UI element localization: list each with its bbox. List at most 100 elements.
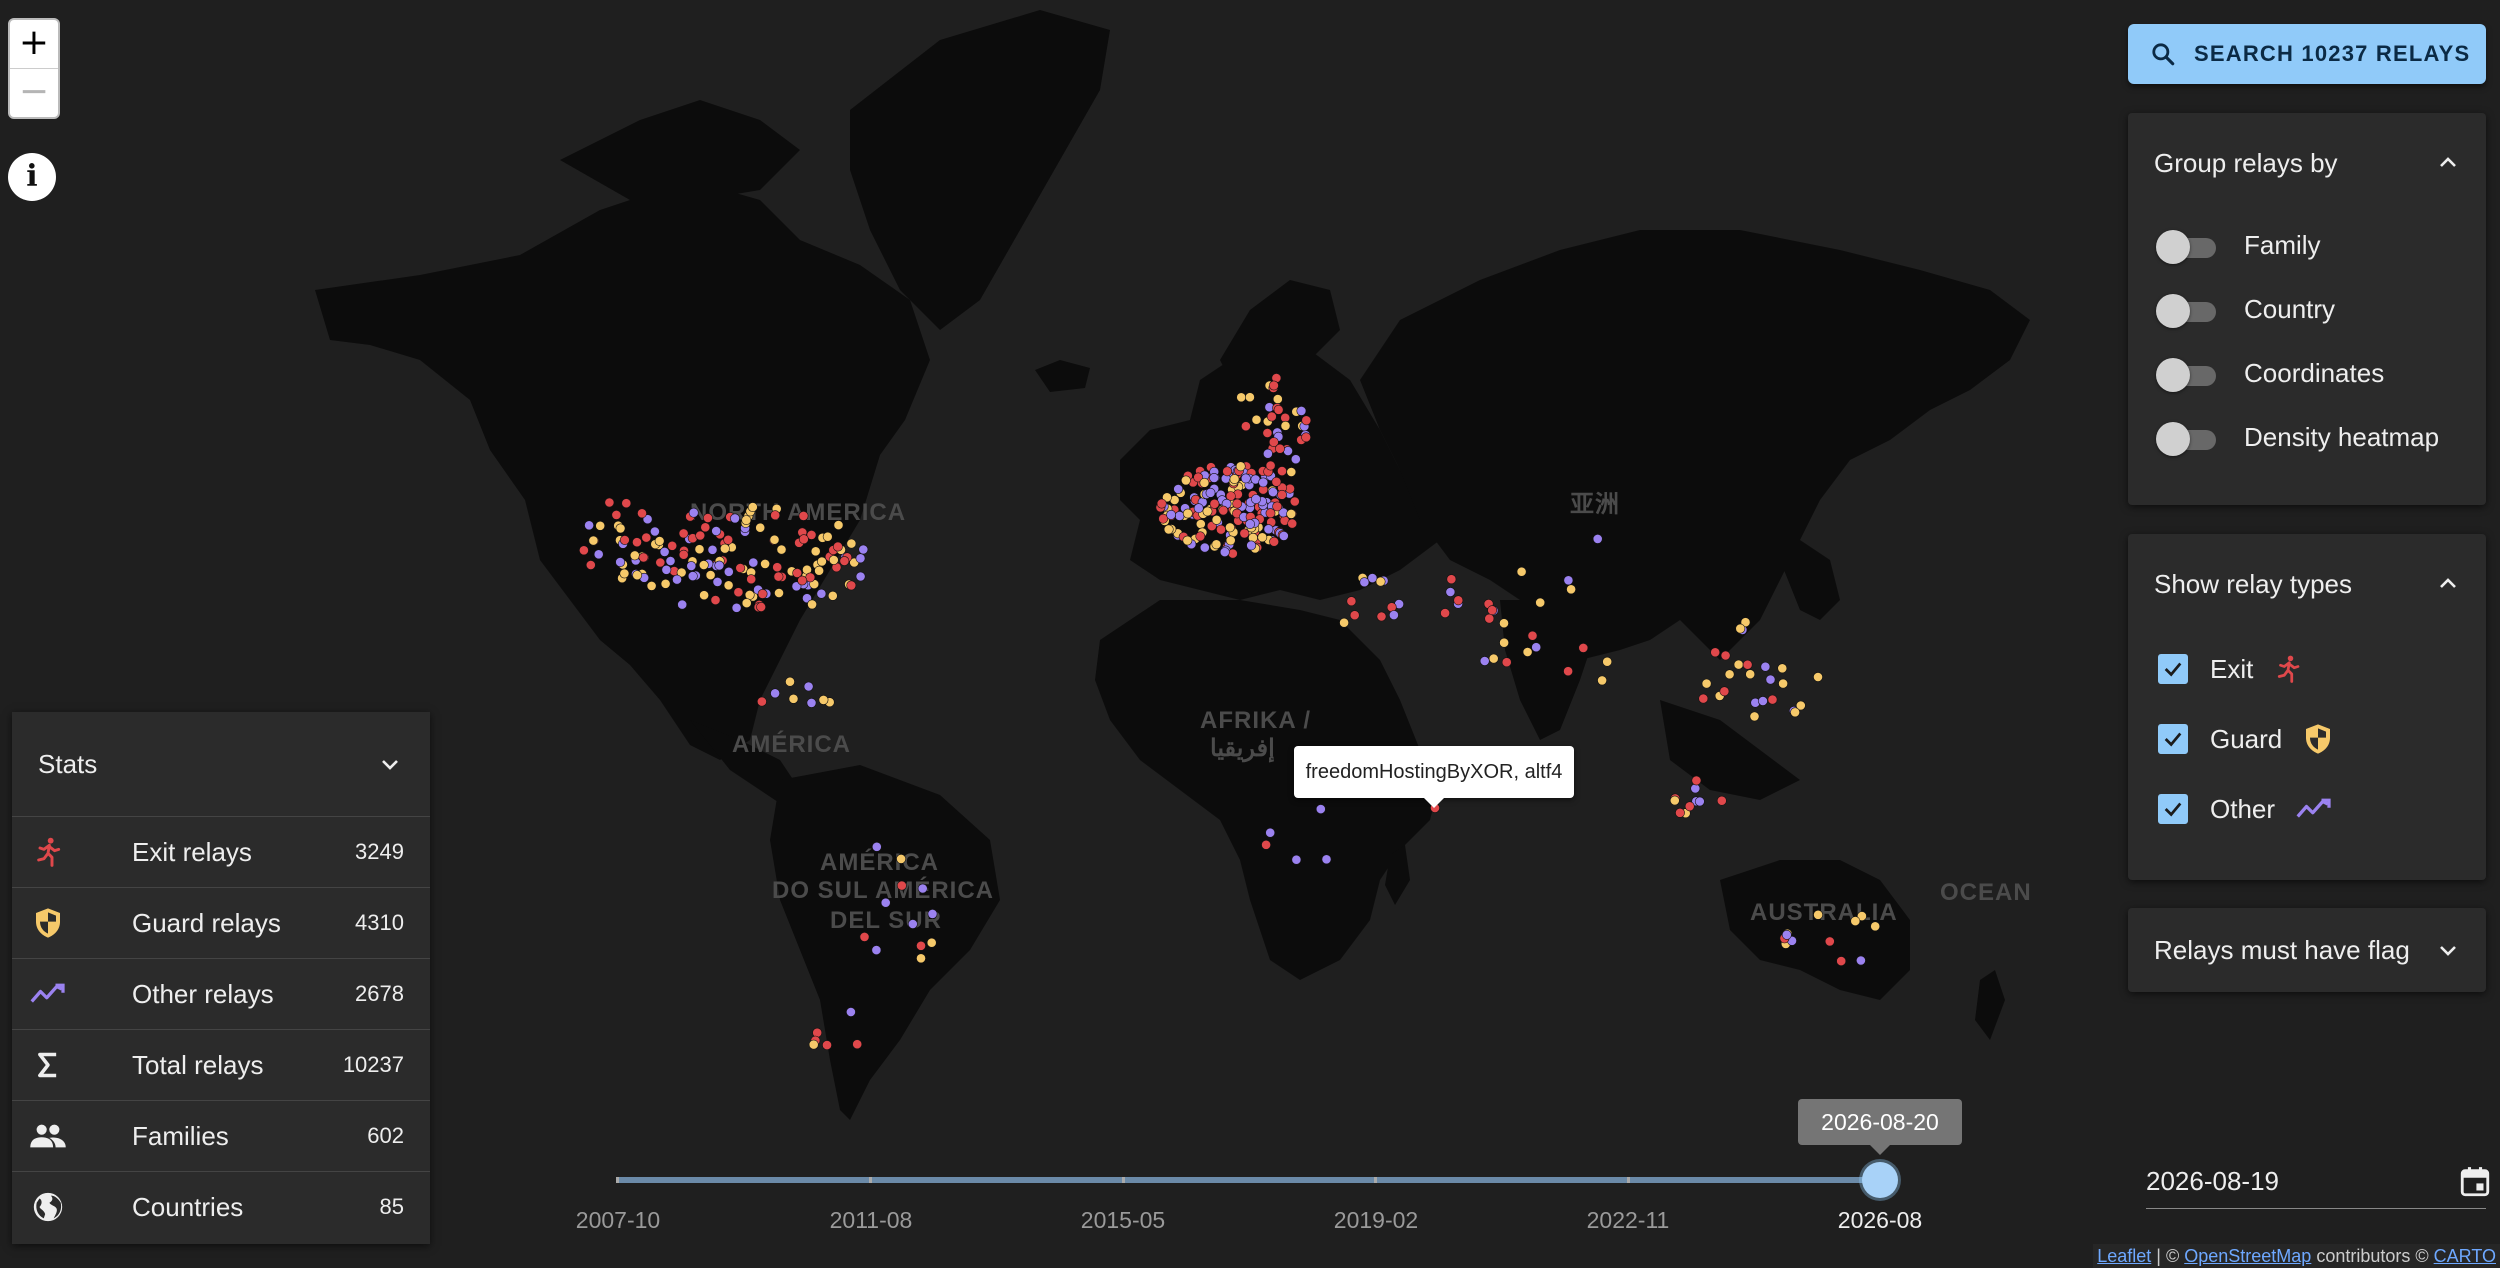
relay-marker[interactable]: [1684, 801, 1695, 812]
relay-marker[interactable]: [1522, 647, 1533, 657]
relay-marker[interactable]: [1389, 610, 1399, 620]
relay-marker[interactable]: [1487, 605, 1498, 616]
relay-marker[interactable]: [846, 580, 857, 591]
relay-marker[interactable]: [1195, 519, 1206, 529]
toggle-country[interactable]: Country: [2128, 277, 2486, 341]
relay-marker[interactable]: [1261, 839, 1271, 850]
toggle-family[interactable]: Family: [2128, 213, 2486, 277]
relay-marker[interactable]: [1216, 524, 1226, 535]
relay-marker[interactable]: [859, 932, 870, 942]
relay-marker[interactable]: [1182, 535, 1193, 546]
relay-marker[interactable]: [707, 544, 718, 555]
relay-marker[interactable]: [1269, 380, 1279, 391]
relay-marker[interactable]: [1701, 678, 1712, 689]
relay-marker[interactable]: [646, 581, 657, 591]
relay-marker[interactable]: [1202, 506, 1213, 517]
relay-marker[interactable]: [1209, 498, 1220, 509]
timeline-slider-handle[interactable]: [1862, 1162, 1898, 1198]
relay-marker[interactable]: [632, 570, 643, 581]
relay-marker[interactable]: [1290, 454, 1301, 465]
relay-marker[interactable]: [593, 549, 604, 560]
relay-marker[interactable]: [1173, 484, 1184, 494]
relay-marker[interactable]: [720, 543, 730, 554]
relay-marker[interactable]: [1241, 421, 1251, 432]
relay-marker[interactable]: [1690, 783, 1701, 794]
relay-marker[interactable]: [1257, 532, 1268, 543]
relay-marker[interactable]: [661, 564, 672, 575]
relay-marker[interactable]: [828, 555, 839, 565]
zoom-out-button[interactable]: −: [10, 69, 58, 117]
relay-flag-header[interactable]: Relays must have flag: [2128, 908, 2486, 992]
relay-marker[interactable]: [760, 559, 770, 569]
relay-marker[interactable]: [1227, 548, 1238, 559]
relay-marker[interactable]: [1266, 411, 1277, 422]
relay-marker[interactable]: [855, 553, 866, 564]
family-switch[interactable]: [2156, 227, 2216, 264]
relay-marker[interactable]: [665, 556, 676, 566]
relay-marker[interactable]: [1720, 650, 1731, 661]
relay-marker[interactable]: [1245, 519, 1255, 529]
relay-marker[interactable]: [1488, 653, 1499, 664]
relay-marker[interactable]: [731, 602, 742, 613]
relay-marker[interactable]: [1258, 477, 1269, 488]
relay-marker[interactable]: [1289, 496, 1300, 507]
relay-marker[interactable]: [808, 1039, 819, 1050]
relay-marker[interactable]: [1262, 428, 1273, 438]
relay-marker[interactable]: [1749, 711, 1760, 722]
relay-marker[interactable]: [1735, 623, 1746, 634]
relay-marker[interactable]: [1245, 392, 1255, 403]
relay-marker[interactable]: [822, 531, 833, 542]
relay-marker[interactable]: [797, 575, 808, 586]
relay-marker[interactable]: [1602, 656, 1613, 667]
relay-marker[interactable]: [1446, 574, 1457, 585]
relay-marker[interactable]: [1669, 795, 1680, 806]
relay-marker[interactable]: [678, 528, 689, 539]
relay-marker[interactable]: [637, 508, 647, 519]
relay-marker[interactable]: [846, 538, 857, 549]
relay-marker[interactable]: [1592, 534, 1603, 544]
relay-marker[interactable]: [705, 570, 716, 580]
relay-marker[interactable]: [660, 578, 671, 589]
relay-marker[interactable]: [1225, 522, 1235, 533]
relay-marker[interactable]: [833, 520, 844, 530]
relay-marker[interactable]: [629, 550, 640, 561]
type-guard[interactable]: Guard: [2128, 704, 2486, 774]
relay-marker[interactable]: [710, 595, 721, 605]
relay-marker[interactable]: [585, 560, 596, 570]
relay-marker[interactable]: [1286, 509, 1297, 519]
relay-marker[interactable]: [816, 588, 827, 599]
relay-marker[interactable]: [712, 577, 723, 587]
relay-marker[interactable]: [1265, 508, 1276, 519]
relay-marker[interactable]: [1499, 637, 1509, 648]
timeline-track[interactable]: [616, 1177, 1880, 1183]
relay-marker[interactable]: [723, 566, 734, 577]
relay-marker[interactable]: [1240, 473, 1251, 484]
relay-marker[interactable]: [1229, 474, 1240, 484]
relay-marker[interactable]: [1499, 618, 1509, 629]
relay-marker[interactable]: [916, 953, 926, 964]
relay-marker[interactable]: [741, 515, 752, 525]
relay-marker[interactable]: [1535, 597, 1546, 608]
relay-marker[interactable]: [803, 681, 814, 692]
relay-marker[interactable]: [698, 560, 709, 570]
relay-marker[interactable]: [1675, 807, 1685, 818]
relay-marker[interactable]: [1527, 630, 1538, 641]
relay-marker[interactable]: [822, 1040, 832, 1050]
zoom-in-button[interactable]: +: [10, 20, 58, 69]
relay-marker[interactable]: [1824, 936, 1835, 947]
relay-marker[interactable]: [807, 599, 817, 610]
relay-marker[interactable]: [1163, 524, 1174, 535]
relay-marker[interactable]: [687, 571, 698, 581]
exit-checkbox[interactable]: [2158, 654, 2188, 684]
relay-marker[interactable]: [1742, 659, 1753, 670]
relay-marker[interactable]: [694, 544, 705, 555]
relay-marker[interactable]: [817, 556, 827, 567]
relay-flag-panel[interactable]: Relays must have flag: [2128, 908, 2486, 992]
relay-marker[interactable]: [1251, 494, 1261, 504]
relay-marker[interactable]: [584, 520, 594, 531]
relay-marker[interactable]: [579, 545, 589, 556]
carto-link[interactable]: CARTO: [2434, 1246, 2496, 1266]
relay-marker[interactable]: [746, 574, 757, 585]
relay-marker[interactable]: [926, 937, 937, 948]
relay-marker[interactable]: [896, 854, 906, 864]
